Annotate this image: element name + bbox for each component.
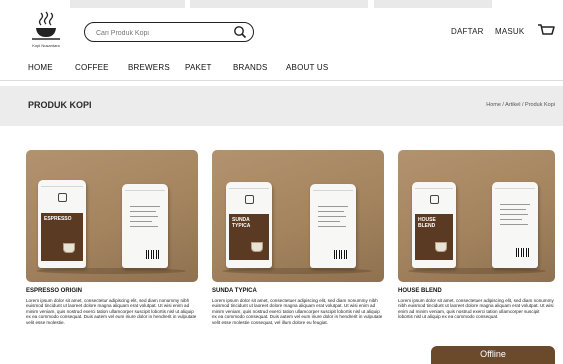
breadcrumb[interactable]: Home / Artikel / Produk Kopi xyxy=(486,102,555,108)
nav-divider xyxy=(0,80,563,81)
page-title: PRODUK KOPI xyxy=(28,100,92,110)
search-input[interactable] xyxy=(94,25,228,41)
nav-item-brands[interactable]: BRANDS xyxy=(233,63,268,72)
search-icon[interactable] xyxy=(233,25,247,39)
product-description: Lorem ipsum dolor sit amet, consectetur … xyxy=(26,298,197,325)
nav-item-brewers[interactable]: BREWERS xyxy=(128,63,170,72)
image-shadow xyxy=(222,268,372,274)
chat-status-button[interactable]: Offline xyxy=(431,346,555,364)
site-header: Kopi Nusantara DAFTAR MASUK xyxy=(0,8,563,54)
main-nav: HOME COFFEE BREWERS PAKET BRANDS ABOUT U… xyxy=(0,56,563,76)
image-shadow xyxy=(36,268,186,274)
product-description: Lorem ipsum dolor sit amet, consectetuer… xyxy=(212,298,383,325)
site-logo[interactable]: Kopi Nusantara xyxy=(28,10,64,50)
coffee-pack-front: ESPRESSO xyxy=(38,180,86,268)
nav-item-about-us[interactable]: ABOUT US xyxy=(286,63,328,72)
nav-item-paket[interactable]: PAKET xyxy=(185,63,212,72)
coffee-cup-logo-icon xyxy=(32,11,60,40)
pack-label: HOUSE BLEND xyxy=(418,217,436,229)
product-name[interactable]: HOUSE BLEND xyxy=(398,288,442,294)
coffee-pack-front: SUNDA TYPICA xyxy=(226,182,272,268)
pack-label: SUNDA TYPICA xyxy=(232,217,251,229)
login-link[interactable]: MASUK xyxy=(495,27,524,36)
coffee-pack-back xyxy=(310,184,356,268)
nav-item-coffee[interactable]: COFFEE xyxy=(75,63,109,72)
coffee-pack-back xyxy=(492,182,538,268)
product-description: Lorem ipsum dolor sit amet, consectetuer… xyxy=(398,298,554,320)
coffee-pack-back xyxy=(122,184,168,268)
top-strip-segment xyxy=(70,0,185,8)
product-name[interactable]: ESPRESSO ORIGIN xyxy=(26,288,82,294)
coffee-pack-front: HOUSE BLEND xyxy=(412,182,456,268)
page-banner: PRODUK KOPI Home / Artikel / Produk Kopi xyxy=(0,86,563,126)
product-name[interactable]: SUNDA TYPICA xyxy=(212,288,257,294)
top-strip-segment xyxy=(374,0,492,8)
nav-item-home[interactable]: HOME xyxy=(28,63,53,72)
product-image[interactable]: HOUSE BLEND xyxy=(398,150,555,282)
top-strip xyxy=(0,0,563,8)
image-shadow xyxy=(408,268,546,274)
search-bar[interactable] xyxy=(84,22,254,42)
cart-icon[interactable] xyxy=(537,22,555,40)
product-image[interactable]: ESPRESSO xyxy=(26,150,198,282)
product-image[interactable]: SUNDA TYPICA xyxy=(212,150,384,282)
pack-label: ESPRESSO xyxy=(44,216,72,222)
register-link[interactable]: DAFTAR xyxy=(451,27,484,36)
logo-text: Kopi Nusantara xyxy=(32,43,60,48)
top-strip-segment xyxy=(190,0,368,8)
